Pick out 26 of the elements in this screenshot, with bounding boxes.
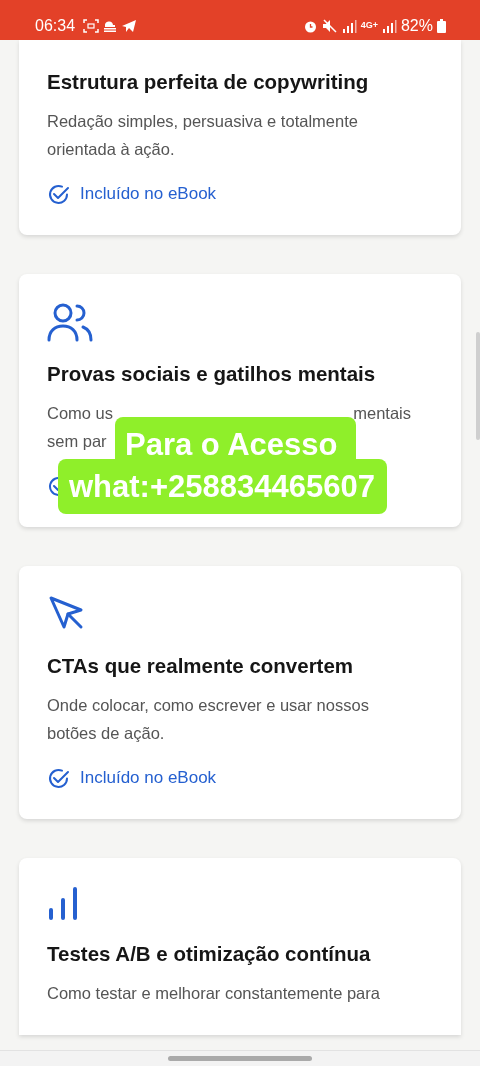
card-title: Testes A/B e otimização contínua [47,941,372,967]
screenshot-icon [83,19,100,33]
cloud-icon [103,20,118,32]
home-handle[interactable] [168,1056,312,1061]
battery-text: 82% [400,16,433,36]
description-text: sem par [47,431,107,452]
signal-icon [381,19,397,33]
network-text: 4G+ [360,19,378,33]
included-text: Incluído no eBook [80,183,217,205]
card-description: Redação simples, persuasiva e totalmente orientada à ação. [47,111,359,160]
clock-text: 06:34 [35,16,76,36]
card-title: Estrutura perfeita de copywriting [47,69,370,95]
bar-chart-icon [47,886,79,922]
included-text: Incluído no eBook [80,767,217,789]
signal-icon [341,19,357,33]
description-text: Como us [47,403,114,424]
card-title: Provas sociais e gatilhos mentais [47,361,377,387]
overlay-text: what:+258834465607 [58,459,387,514]
description-text: mentais [353,403,411,424]
battery-icon [437,19,446,33]
card-title: CTAs que realmente convertem [47,653,355,679]
users-icon [47,302,93,342]
paper-plane-icon [121,19,138,33]
card-description: Como testar e melhorar constantemente para [47,983,381,1004]
card-description: Onde colocar, como escrever e usar nossos botões de ação. [47,695,370,744]
mute-icon [321,19,338,33]
